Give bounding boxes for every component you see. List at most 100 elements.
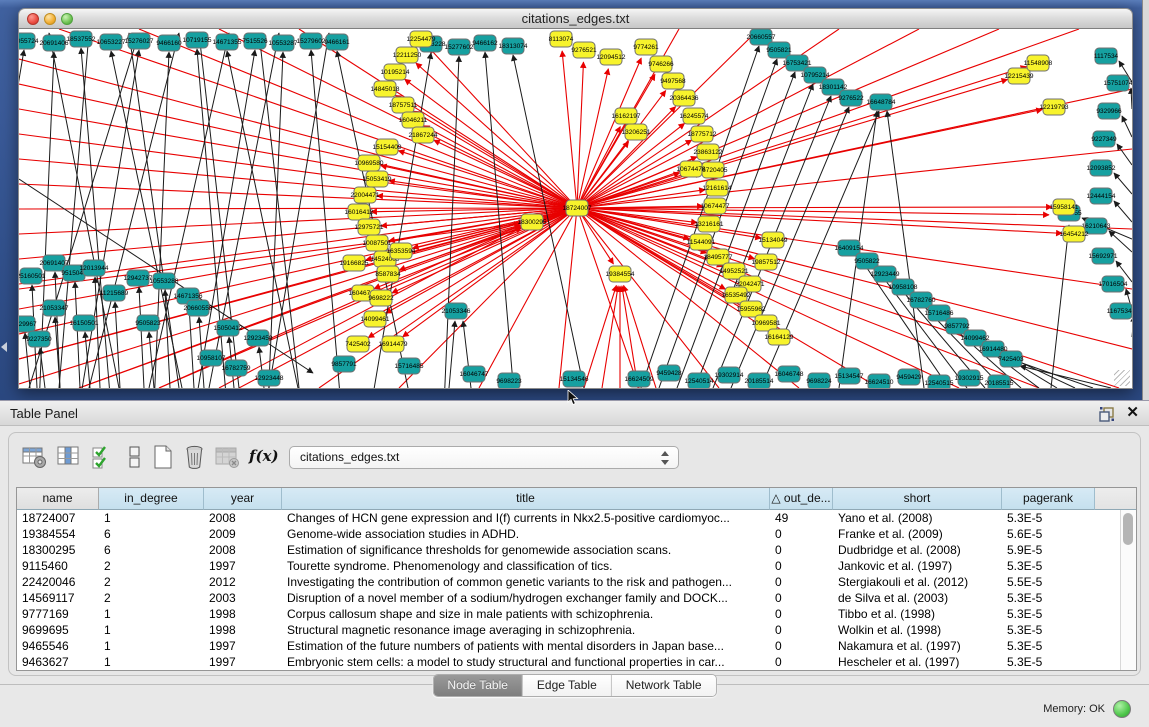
network-node[interactable]: 9276522 bbox=[838, 90, 864, 106]
network-node[interactable]: 20185515 bbox=[985, 375, 1014, 388]
scrollbar-thumb[interactable] bbox=[1123, 513, 1133, 545]
column-header-short[interactable]: short bbox=[833, 488, 1002, 510]
network-node[interactable]: 12923448 bbox=[255, 370, 284, 386]
float-window-icon[interactable] bbox=[1099, 406, 1115, 422]
network-edge[interactable] bbox=[19, 208, 577, 209]
delete-column-icon[interactable] bbox=[181, 443, 209, 471]
network-edge[interactable] bbox=[584, 285, 616, 388]
network-node[interactable]: 12444154 bbox=[1087, 188, 1116, 204]
delete-table-icon[interactable] bbox=[213, 443, 241, 471]
table-mode-icon[interactable] bbox=[21, 443, 49, 471]
resize-grip-icon[interactable] bbox=[1114, 370, 1130, 386]
network-node[interactable]: 25160501 bbox=[19, 268, 46, 284]
network-edge[interactable] bbox=[1051, 225, 1069, 388]
network-node[interactable]: 12211250 bbox=[393, 47, 422, 63]
network-node[interactable]: 14845018 bbox=[371, 81, 400, 97]
network-node[interactable]: 9698223 bbox=[496, 373, 522, 388]
network-node[interactable]: 9459428 bbox=[656, 365, 682, 381]
network-node[interactable]: 16046211 bbox=[399, 112, 428, 128]
table-row[interactable]: 969969511998Structural magnetic resonanc… bbox=[17, 622, 1136, 638]
column-header-pagerank[interactable]: pagerank bbox=[1002, 488, 1095, 510]
network-edge[interactable] bbox=[59, 29, 577, 208]
show-columns-icon[interactable] bbox=[55, 443, 83, 471]
network-node[interactable]: 8113074 bbox=[549, 31, 574, 47]
network-node[interactable]: 10674478 bbox=[677, 161, 706, 177]
network-node[interactable]: 15692971 bbox=[1089, 248, 1118, 264]
network-node[interactable]: 20691406 bbox=[40, 35, 69, 51]
network-node[interactable]: 18300295 bbox=[518, 214, 547, 230]
network-edge[interactable] bbox=[449, 321, 455, 388]
network-node[interactable]: 9698222 bbox=[368, 290, 394, 306]
network-node[interactable]: 21053347 bbox=[40, 300, 69, 316]
network-node[interactable]: 9774261 bbox=[633, 39, 659, 55]
network-node[interactable]: 12094512 bbox=[597, 49, 626, 65]
network-edge[interactable] bbox=[299, 29, 577, 208]
network-edge[interactable] bbox=[577, 79, 1008, 208]
network-node[interactable]: 16016412 bbox=[345, 204, 374, 220]
network-edge[interactable] bbox=[577, 109, 1042, 208]
network-node[interactable]: 12093852 bbox=[1087, 160, 1116, 176]
table-row[interactable]: 2242004622012Investigating the contribut… bbox=[17, 574, 1136, 590]
network-node[interactable]: 18775712 bbox=[688, 126, 717, 142]
network-node[interactable]: 12975721 bbox=[355, 219, 384, 235]
deselect-all-icon[interactable] bbox=[121, 443, 149, 471]
table-row[interactable]: 1456911722003Disruption of a novel membe… bbox=[17, 590, 1136, 606]
network-node[interactable]: 12923450 bbox=[244, 330, 273, 346]
network-edge[interactable] bbox=[111, 51, 186, 388]
network-node[interactable]: 12254479 bbox=[407, 31, 436, 47]
network-node[interactable]: 9459429 bbox=[896, 369, 922, 385]
network-edge[interactable] bbox=[424, 126, 577, 208]
network-node[interactable]: 18537552 bbox=[67, 31, 96, 47]
column-header-out_degree[interactable]: △ out_de... bbox=[770, 488, 833, 510]
network-node[interactable]: 11215689 bbox=[100, 285, 129, 301]
tab-node-table[interactable]: Node Table bbox=[433, 675, 523, 696]
network-node[interactable]: 21867244 bbox=[409, 127, 438, 143]
network-node[interactable]: 9497568 bbox=[660, 73, 686, 89]
network-node[interactable]: 10195214 bbox=[381, 64, 410, 80]
network-edge[interactable] bbox=[577, 208, 1039, 388]
network-node[interactable]: 9276521 bbox=[571, 42, 597, 58]
network-node[interactable]: 16162197 bbox=[612, 108, 641, 124]
column-header-title[interactable]: title bbox=[282, 488, 770, 510]
network-edge[interactable] bbox=[577, 157, 697, 208]
network-node[interactable]: 10553288 bbox=[150, 273, 179, 289]
network-node[interactable]: 19166825 bbox=[340, 255, 369, 271]
table-source-dropdown[interactable]: citations_edges.txt bbox=[289, 446, 679, 469]
network-edge[interactable] bbox=[577, 208, 639, 388]
table-row[interactable]: 946554611997Estimation of the future num… bbox=[17, 638, 1136, 654]
network-node[interactable]: 15279602 bbox=[297, 33, 326, 49]
network-edge[interactable] bbox=[129, 33, 179, 388]
network-node[interactable]: 7425402 bbox=[345, 336, 371, 352]
network-node[interactable]: 16782759 bbox=[222, 360, 251, 376]
network-edge[interactable] bbox=[444, 56, 459, 388]
table-row[interactable]: 977716911998Corpus callosum shape and si… bbox=[17, 606, 1136, 622]
network-node[interactable]: 9505823 bbox=[135, 315, 161, 331]
network-node[interactable]: 16245574 bbox=[680, 108, 709, 124]
network-node[interactable]: 13216161 bbox=[695, 216, 724, 232]
vertical-scrollbar[interactable] bbox=[1120, 510, 1136, 670]
network-node[interactable]: 16914479 bbox=[379, 336, 408, 352]
network-node[interactable]: 9227349 bbox=[1091, 131, 1117, 147]
network-node[interactable]: 16648784 bbox=[867, 94, 896, 110]
select-all-icon[interactable] bbox=[89, 443, 117, 471]
network-node[interactable]: 10674477 bbox=[701, 198, 730, 214]
network-edge[interactable] bbox=[1131, 88, 1132, 109]
network-edge[interactable] bbox=[1114, 173, 1132, 194]
network-node[interactable]: 20660558 bbox=[184, 300, 213, 316]
tab-network-table[interactable]: Network Table bbox=[612, 675, 716, 696]
network-node[interactable]: 19302915 bbox=[955, 370, 984, 386]
network-node[interactable]: 15134546 bbox=[560, 371, 589, 387]
network-node[interactable]: 9466161 bbox=[324, 34, 350, 50]
network-node[interactable]: 16454212 bbox=[1060, 226, 1089, 242]
network-node[interactable]: 12540514 bbox=[685, 373, 714, 388]
network-node[interactable]: 13206251 bbox=[622, 124, 651, 140]
network-node[interactable]: 12013944 bbox=[80, 260, 109, 276]
network-window[interactable]: citations_edges.txt 24055724206914061853… bbox=[18, 8, 1133, 389]
network-node[interactable]: 15958141 bbox=[1050, 199, 1079, 215]
network-node[interactable]: 16624509 bbox=[625, 371, 654, 387]
network-edge[interactable] bbox=[395, 95, 577, 208]
network-node[interactable]: 11544091 bbox=[687, 234, 716, 250]
network-node[interactable]: 18724007 bbox=[563, 200, 592, 216]
table-row[interactable]: 1830029562008Estimation of significance … bbox=[17, 542, 1136, 558]
network-node[interactable]: 16353594 bbox=[387, 243, 416, 259]
